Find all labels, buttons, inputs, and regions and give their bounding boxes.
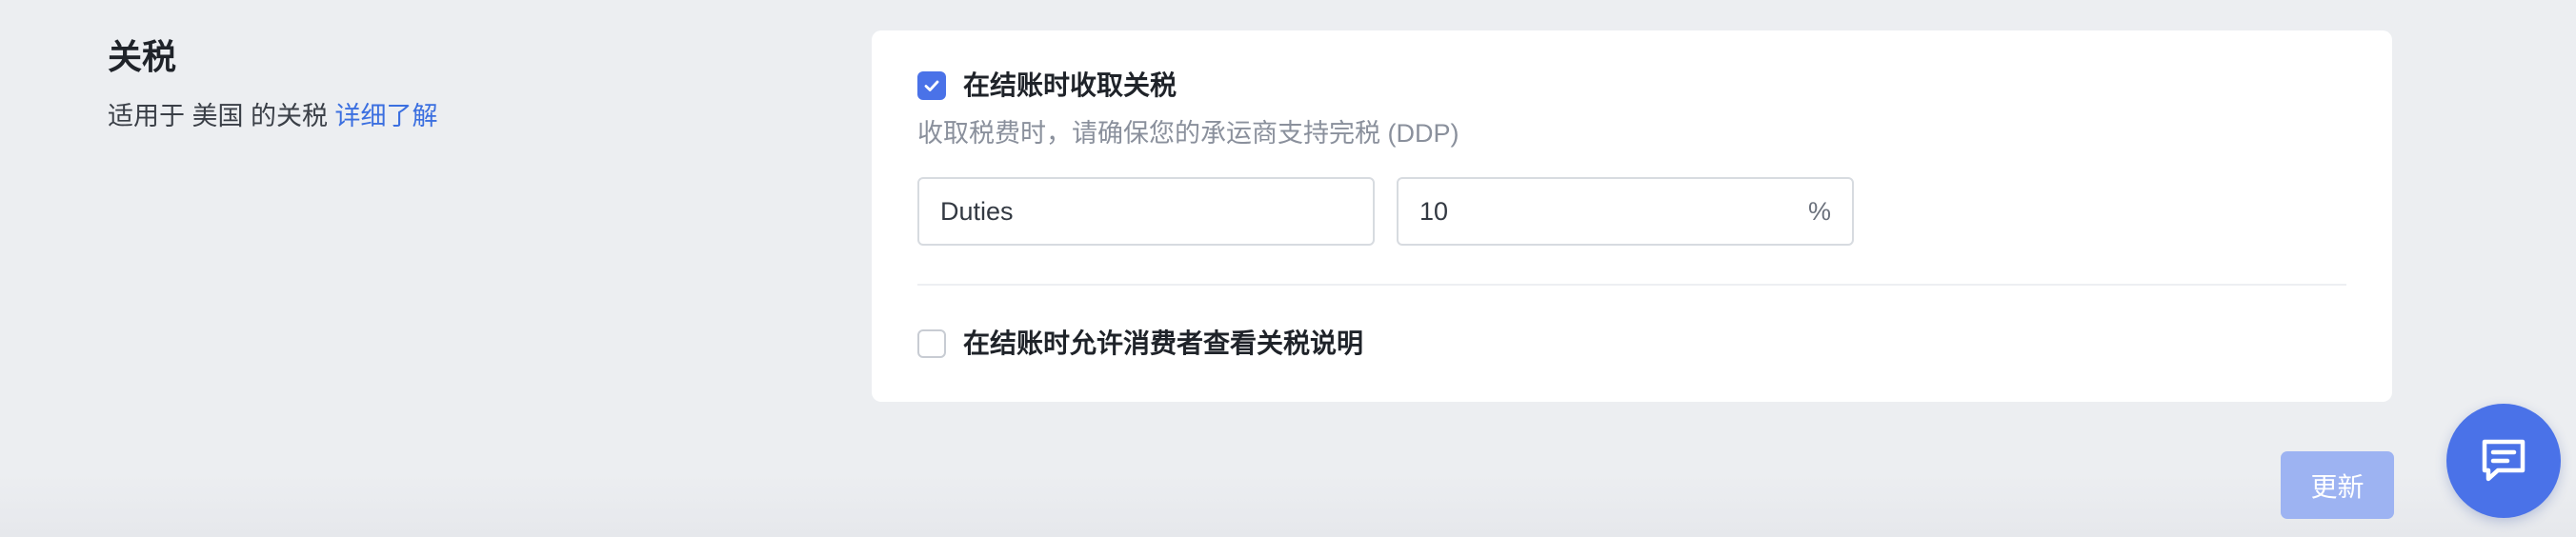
duty-name-value[interactable]: Duties — [940, 197, 1352, 227]
check-icon — [924, 80, 939, 91]
show-duties-description-option[interactable]: 在结账时允许消费者查看关税说明 — [917, 327, 1363, 361]
learn-more-link[interactable]: 详细了解 — [335, 102, 438, 130]
chat-icon — [2482, 439, 2526, 482]
chat-button[interactable] — [2446, 404, 2561, 518]
show-duties-description-label[interactable]: 在结账时允许消费者查看关税说明 — [963, 327, 1363, 361]
collect-duties-checkbox[interactable] — [917, 71, 946, 100]
duties-settings-card: 在结账时收取关税 收取税费时，请确保您的承运商支持完税 (DDP) Duties… — [872, 30, 2392, 402]
collect-duties-option[interactable]: 在结账时收取关税 — [917, 69, 1177, 103]
duty-name-input[interactable]: Duties — [917, 177, 1375, 246]
duties-section-header: 关税 适用于 美国 的关税 详细了解 — [108, 34, 775, 133]
section-description-text: 适用于 美国 的关税 — [108, 102, 329, 130]
update-button[interactable]: 更新 — [2281, 451, 2394, 519]
percent-suffix: % — [1807, 196, 1831, 226]
show-duties-description-checkbox[interactable] — [917, 329, 946, 358]
duty-rate-input[interactable]: 10 % — [1397, 177, 1854, 246]
collect-duties-label[interactable]: 在结账时收取关税 — [963, 69, 1177, 103]
section-title: 关税 — [108, 37, 177, 76]
section-description: 适用于 美国 的关税 详细了解 — [108, 99, 775, 133]
collect-duties-hint: 收取税费时，请确保您的承运商支持完税 (DDP) — [917, 119, 1459, 148]
duty-rate-value[interactable]: 10 — [1419, 197, 1808, 227]
divider — [917, 284, 2346, 286]
